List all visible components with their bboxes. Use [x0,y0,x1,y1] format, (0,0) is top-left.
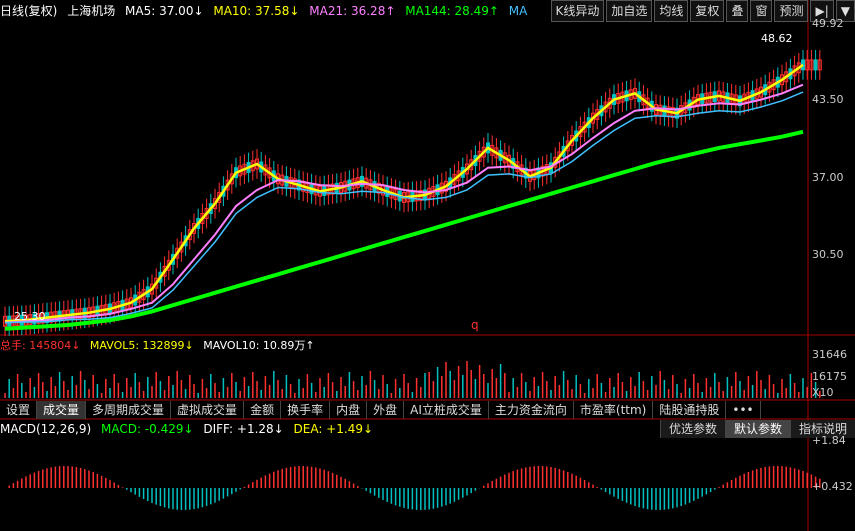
high-marker: 48.62 [761,32,793,45]
period-label: 日线(复权) [0,4,58,18]
macd-axis-1: +1.84 [812,434,846,447]
tab-pe-ttm[interactable]: 市盈率(ttm) [574,401,654,419]
volume-header: 总手: 145804↓ MAVOL5: 132899↓ MAVOL10: 10.… [0,337,315,353]
tab-capital-flow[interactable]: 主力资金流向 [489,401,574,419]
volume-axis-1: 31646 [812,348,847,361]
ma-more-label: MA [508,4,528,18]
mavol10-label: MAVOL10: 10.89万↑ [203,339,315,352]
tab-connect-holdings[interactable]: 陆股通持股 [653,401,727,419]
dea-value: DEA: +1.49↓ [293,422,374,436]
tab-turnover[interactable]: 换手率 [281,401,331,419]
moving-averages [4,63,804,331]
candle-body [813,59,818,71]
add-watchlist-button[interactable]: 加自选 [606,0,653,22]
overlay-button[interactable]: 叠 [726,0,749,22]
ma21-label: MA21: 36.28↑ [309,4,396,18]
macd-axis-2: +0.432 [812,480,853,493]
adjust-button[interactable]: 复权 [690,0,725,22]
tab-amount[interactable]: 金额 [244,401,282,419]
tab-inner[interactable]: 内盘 [330,401,368,419]
stock-chart [0,0,855,531]
window-button[interactable]: 窗 [750,0,773,22]
mavol5-label: MAVOL5: 132899↓ [89,339,194,352]
ma-button[interactable]: 均线 [654,0,689,22]
tab-settings[interactable]: 设置 [0,401,38,419]
volume-bars [4,361,821,398]
stock-name: 上海机场 [67,4,116,18]
tab-outer[interactable]: 外盘 [367,401,405,419]
macd-header: MACD(12,26,9) MACD: -0.429↓ DIFF: +1.28↓… [0,420,379,438]
kline-alert-button[interactable]: K线异动 [550,0,605,22]
total-volume: 总手: 145804↓ [0,339,81,352]
indicator-tabs: 设置 成交量 多周期成交量 虚拟成交量 金额 换手率 内盘 外盘 AI立桩成交量… [0,401,761,419]
low-marker: 25.30 [14,310,46,323]
ma5-label: MA5: 37.00↓ [125,4,204,18]
tab-more[interactable]: ••• [726,401,761,419]
tab-ai-volume[interactable]: AI立桩成交量 [404,401,489,419]
forecast-button[interactable]: 预测 [774,0,809,22]
candles [3,50,822,337]
tab-virtual-volume[interactable]: 虚拟成交量 [171,401,245,419]
ma144-label: MA144: 28.49↑ [405,4,499,18]
q-marker: q [471,318,479,332]
ma10-label: MA10: 37.58↓ [213,4,300,18]
macd-title: MACD(12,26,9) [0,422,92,436]
volume-axis-3: X10 [812,386,834,399]
series-ma144 [4,129,804,331]
diff-value: DIFF: +1.28↓ [203,422,284,436]
volume-axis-2: 16175 [812,370,847,383]
default-params-button[interactable]: 默认参数 [724,420,790,438]
price-axis-3: 37.00 [812,171,844,184]
price-axis-1: 49.92 [812,17,844,30]
tab-multi-period-volume[interactable]: 多周期成交量 [86,401,172,419]
price-axis-4: 30.50 [812,248,844,261]
tab-volume[interactable]: 成交量 [37,401,87,419]
price-axis-2: 43.50 [812,93,844,106]
optimal-params-button[interactable]: 优选参数 [659,420,725,438]
macd-value: MACD: -0.429↓ [100,422,194,436]
macd-bars [8,466,821,510]
toolbar: K线异动 加自选 均线 复权 叠 窗 预测 ▶| ▼ [549,0,855,22]
